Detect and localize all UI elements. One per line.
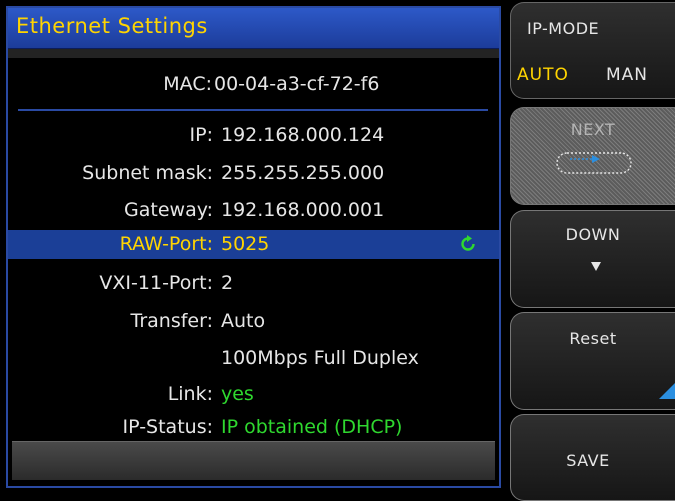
ip-status-value: IP obtained (DHCP) — [221, 416, 403, 438]
save-label: SAVE — [566, 451, 610, 470]
subnet-value: 255.255.255.000 — [221, 162, 385, 184]
transfer-label: Transfer: — [130, 310, 213, 332]
next-softkey[interactable]: NEXT — [510, 107, 675, 205]
vxi-port-value: 2 — [221, 272, 234, 294]
reset-label: Reset — [569, 329, 617, 348]
down-label: DOWN — [565, 225, 621, 244]
link-value: yes — [221, 383, 254, 405]
section-divider — [18, 109, 488, 111]
ethernet-settings-dialog: Ethernet Settings MAC: 00-04-a3-cf-72-f6… — [6, 6, 501, 488]
gateway-row[interactable]: Gateway: 192.168.000.001 — [8, 196, 499, 225]
ip-status-label: IP-Status: — [122, 416, 213, 438]
next-label: NEXT — [570, 120, 616, 139]
corner-indicator-icon — [659, 383, 675, 399]
link-label: Link: — [167, 383, 213, 405]
dialog-status-bar — [12, 441, 495, 480]
down-softkey[interactable]: DOWN — [510, 210, 675, 308]
ip-mode-man-option[interactable]: MAN — [606, 65, 648, 85]
gateway-label: Gateway: — [124, 199, 213, 221]
ip-mode-label: IP-MODE — [527, 19, 600, 38]
link-row: Link: yes — [8, 380, 499, 409]
mac-label: MAC: — [163, 73, 212, 95]
ip-status-row: IP-Status: IP obtained (DHCP) — [8, 413, 499, 442]
mac-row: MAC: 00-04-a3-cf-72-f6 — [8, 70, 499, 99]
refresh-icon[interactable] — [459, 235, 477, 253]
vxi-port-label: VXI-11-Port: — [99, 272, 213, 294]
dialog-title-bar: Ethernet Settings — [8, 8, 499, 49]
save-softkey[interactable]: SAVE — [510, 414, 675, 501]
title-strip — [8, 49, 499, 58]
ip-mode-softkey[interactable]: IP-MODE AUTO MAN — [510, 2, 675, 99]
down-arrow-icon — [591, 262, 601, 271]
transfer-detail-row: 100Mbps Full Duplex — [8, 344, 499, 373]
transfer-row[interactable]: Transfer: Auto — [8, 307, 499, 336]
dialog-title: Ethernet Settings — [16, 14, 208, 38]
reset-softkey[interactable]: Reset — [510, 312, 675, 410]
raw-port-row[interactable]: RAW-Port: 5025 — [8, 230, 499, 259]
ip-label: IP: — [189, 124, 213, 146]
gateway-value: 192.168.000.001 — [221, 199, 385, 221]
ip-value: 192.168.000.124 — [221, 124, 385, 146]
transfer-value: Auto — [221, 310, 266, 332]
raw-port-value: 5025 — [221, 233, 270, 255]
subnet-row[interactable]: Subnet mask: 255.255.255.000 — [8, 159, 499, 188]
ip-row[interactable]: IP: 192.168.000.124 — [8, 121, 499, 150]
mac-value: 00-04-a3-cf-72-f6 — [214, 73, 380, 95]
raw-port-label: RAW-Port: — [119, 233, 213, 255]
ip-mode-auto-option[interactable]: AUTO — [517, 65, 569, 85]
vxi-port-row[interactable]: VXI-11-Port: 2 — [8, 269, 499, 298]
subnet-label: Subnet mask: — [82, 162, 213, 184]
next-arrow-icon — [556, 152, 632, 174]
transfer-detail-value: 100Mbps Full Duplex — [221, 347, 419, 369]
